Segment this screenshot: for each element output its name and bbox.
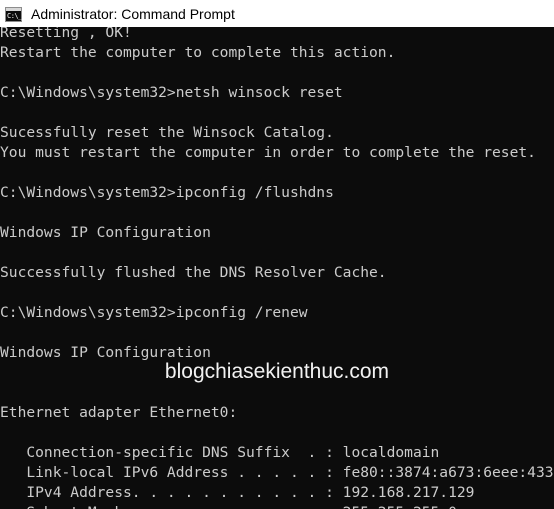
window-title: Administrator: Command Prompt [31, 5, 235, 22]
command-prompt-icon: C:\_ [5, 6, 22, 22]
console-text: Resetting , OK! Restart the computer to … [0, 27, 554, 509]
title-bar[interactable]: C:\_ Administrator: Command Prompt [0, 0, 554, 27]
command-prompt-window: C:\_ Administrator: Command Prompt Reset… [0, 0, 554, 509]
cmd-icon-glyph: C:\_ [7, 11, 22, 20]
console-output-area[interactable]: Resetting , OK! Restart the computer to … [0, 27, 554, 509]
